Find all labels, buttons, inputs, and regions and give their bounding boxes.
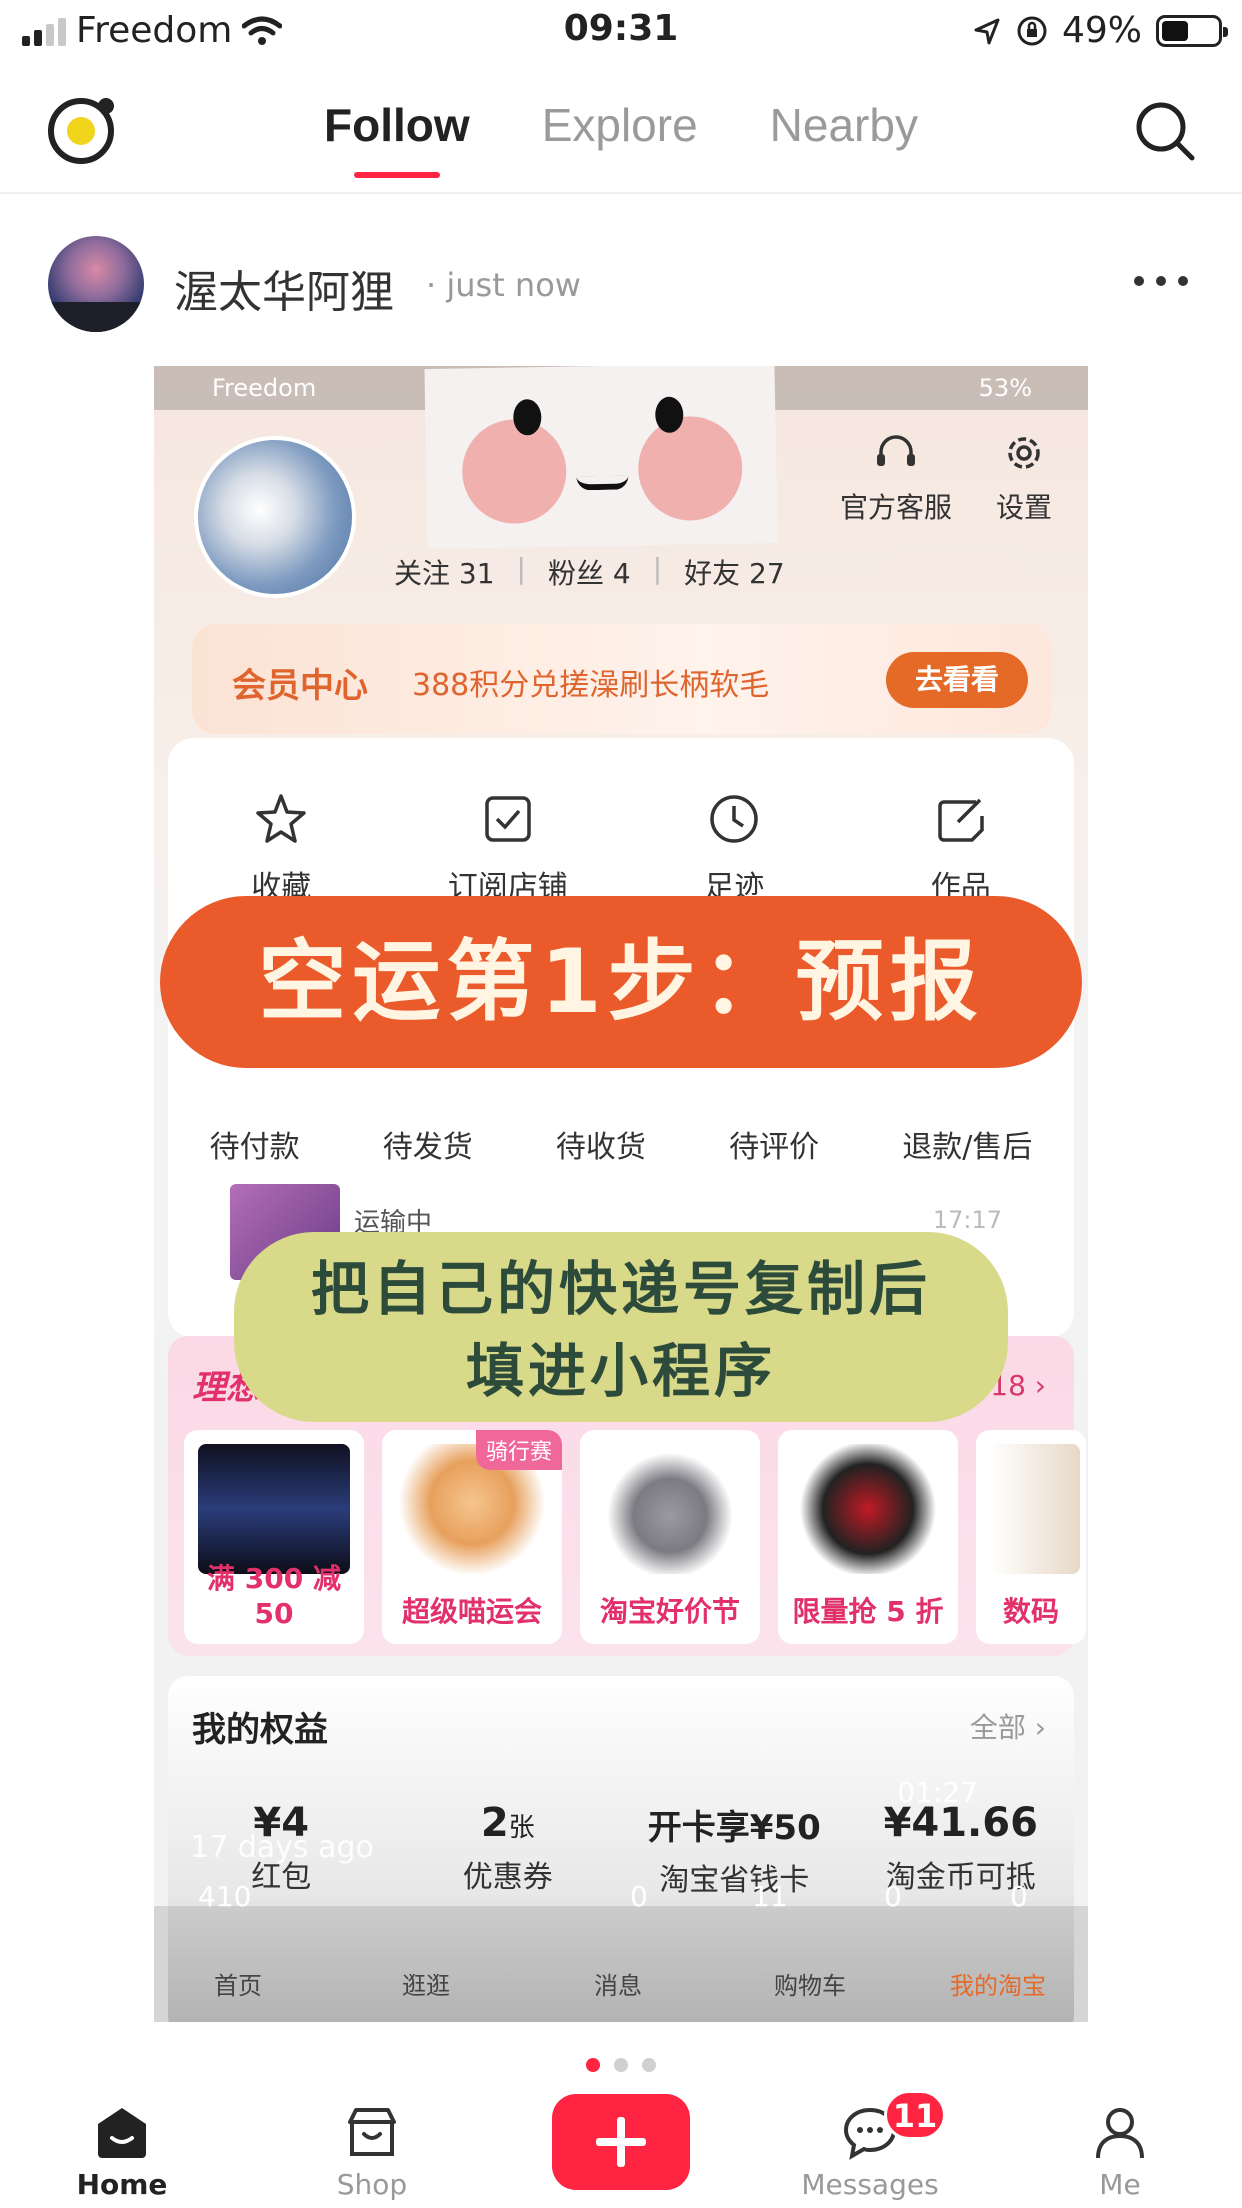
nav-home[interactable]: Home xyxy=(42,2102,202,2201)
posted-ago: 17 days ago xyxy=(190,1830,374,1865)
image-friends-count: 好友 27 xyxy=(684,557,785,590)
tab-nearby[interactable]: Nearby xyxy=(770,98,918,152)
overlay-title-banner: 空运第1步：预报 xyxy=(160,896,1082,1068)
image-product: 淘宝好价节 xyxy=(580,1430,760,1644)
image-icon-row: 收藏 订阅店铺 足迹 作品 xyxy=(168,790,1074,906)
image-settings: 设置 xyxy=(996,428,1052,526)
post-image[interactable]: Freedom 09:21 53% 关注 31| 粉丝 4| 好友 27 官方客… xyxy=(154,366,1088,2022)
clock-icon xyxy=(710,795,758,843)
share-count[interactable]: 11 xyxy=(752,1880,788,1913)
image-icon-subscriptions: 订阅店铺 xyxy=(418,790,598,906)
shop-icon xyxy=(348,2108,396,2156)
view-count: 410 xyxy=(198,1880,252,1913)
image-vip-button: 去看看 xyxy=(886,652,1028,708)
battery-icon xyxy=(1156,14,1228,47)
gear-icon xyxy=(1008,437,1040,469)
image-order-pending-receipt: 待收货 xyxy=(555,1130,646,1165)
tab-follow[interactable]: Follow xyxy=(324,98,470,178)
image-rights-title: 我的权益 xyxy=(192,1710,328,1750)
comment-count[interactable]: 0 xyxy=(1010,1880,1028,1913)
more-options-icon[interactable] xyxy=(1134,276,1188,286)
nav-shop[interactable]: Shop xyxy=(292,2102,452,2201)
image-product: 数码 xyxy=(976,1430,1086,1644)
image-rights-item: 2张 优惠券 xyxy=(462,1800,553,1895)
pager-dot[interactable] xyxy=(614,2058,628,2072)
image-profile-stats: 关注 31 | 粉丝 4 | 好友 27 xyxy=(394,552,785,590)
rotation-lock-icon xyxy=(1017,16,1047,45)
image-battery: 53% xyxy=(978,374,1032,402)
image-product: 满 300 减 50 xyxy=(184,1430,364,1644)
feed-tabs: Follow Explore Nearby xyxy=(0,98,1242,178)
pager-dot[interactable] xyxy=(586,2058,600,2072)
image-product-row: 满 300 减 50 骑行赛 超级喵运会 淘宝好价节 限量抢 5 折 数码 xyxy=(184,1430,1086,1644)
overlay-note-banner: 把自己的快递号复制后 填进小程序 xyxy=(234,1232,1008,1422)
image-icon-works: 作品 xyxy=(871,790,1051,906)
battery-percent: 49% xyxy=(1061,10,1142,51)
image-vip-title: 会员中心 xyxy=(232,666,368,706)
image-vip-desc: 388积分兑搓澡刷长柄软毛 xyxy=(412,668,770,703)
image-order-pending-shipment: 待发货 xyxy=(382,1130,473,1165)
image-customer-service: 官方客服 xyxy=(840,428,952,526)
favorite-count[interactable]: 0 xyxy=(884,1880,902,1913)
image-pager xyxy=(0,2058,1242,2072)
headset-icon xyxy=(877,435,915,466)
bottom-nav: Home Shop Messages 11 Me xyxy=(0,2086,1242,2208)
overlay-note-line2: 填进小程序 xyxy=(465,1337,776,1405)
location-icon xyxy=(974,18,1000,44)
image-rights-item: 开卡享¥50 淘宝省钱卡 xyxy=(647,1808,821,1898)
avatar[interactable] xyxy=(48,236,144,332)
image-icon-favorites: 收藏 xyxy=(191,790,371,906)
battery-fill xyxy=(1162,20,1189,41)
top-nav: Follow Explore Nearby xyxy=(0,64,1242,194)
image-order-pending-payment: 待付款 xyxy=(209,1130,300,1165)
image-bottom-nav: 首页 逛逛 消息 购物车 我的淘宝 xyxy=(154,1906,1088,2022)
nav-messages[interactable]: Messages 11 xyxy=(790,2090,950,2201)
image-order-pending-review: 待评价 xyxy=(729,1130,820,1165)
image-nav-cart: 购物车 xyxy=(774,1972,846,2000)
messages-badge: 11 xyxy=(884,2090,946,2140)
status-bar: Freedom 09:31 49% xyxy=(0,0,1242,64)
post-time: · just now xyxy=(426,266,581,304)
image-follow-count: 关注 31 xyxy=(394,557,495,590)
pager-dot[interactable] xyxy=(642,2058,656,2072)
image-nav-home: 首页 xyxy=(214,1972,262,2000)
image-avatar xyxy=(194,436,356,598)
image-rights-all: 全部 › xyxy=(969,1711,1046,1744)
image-transit-time: 17:17 xyxy=(932,1206,1002,1234)
image-nav-browse: 逛逛 xyxy=(402,1972,450,2000)
like-count[interactable]: 0 xyxy=(630,1880,648,1913)
create-post-button[interactable] xyxy=(552,2094,690,2190)
tab-explore[interactable]: Explore xyxy=(542,98,698,152)
image-product: 骑行赛 超级喵运会 xyxy=(382,1430,562,1644)
home-icon xyxy=(98,2108,146,2158)
image-fans-count: 粉丝 4 xyxy=(547,557,631,590)
image-nav-messages: 消息 xyxy=(594,1972,642,2000)
edit-icon xyxy=(938,798,984,842)
image-order-row: 待付款 待发货 待收货 待评价 退款/售后 xyxy=(168,1122,1074,1166)
nav-me[interactable]: Me xyxy=(1040,2102,1200,2201)
checkbox-icon xyxy=(485,796,531,842)
image-product-tag: 骑行赛 xyxy=(475,1430,562,1470)
image-icon-footprints: 足迹 xyxy=(644,790,824,906)
search-icon[interactable] xyxy=(1132,98,1198,164)
person-icon xyxy=(1096,2108,1144,2159)
star-icon xyxy=(256,794,306,843)
image-vip-banner: 会员中心 388积分兑搓澡刷长柄软毛 去看看 xyxy=(192,624,1052,734)
username[interactable]: 渥太华阿狸 xyxy=(174,256,394,320)
image-product: 限量抢 5 折 xyxy=(778,1430,958,1644)
face-sticker xyxy=(424,366,778,550)
image-nav-mine: 我的淘宝 xyxy=(950,1972,1046,2000)
overlay-note-line1: 把自己的快递号复制后 xyxy=(310,1255,931,1323)
post-header: 渥太华阿狸 · just now xyxy=(0,230,1242,340)
status-right: 49% xyxy=(972,10,1228,51)
image-order-refund: 退款/售后 xyxy=(902,1130,1033,1165)
